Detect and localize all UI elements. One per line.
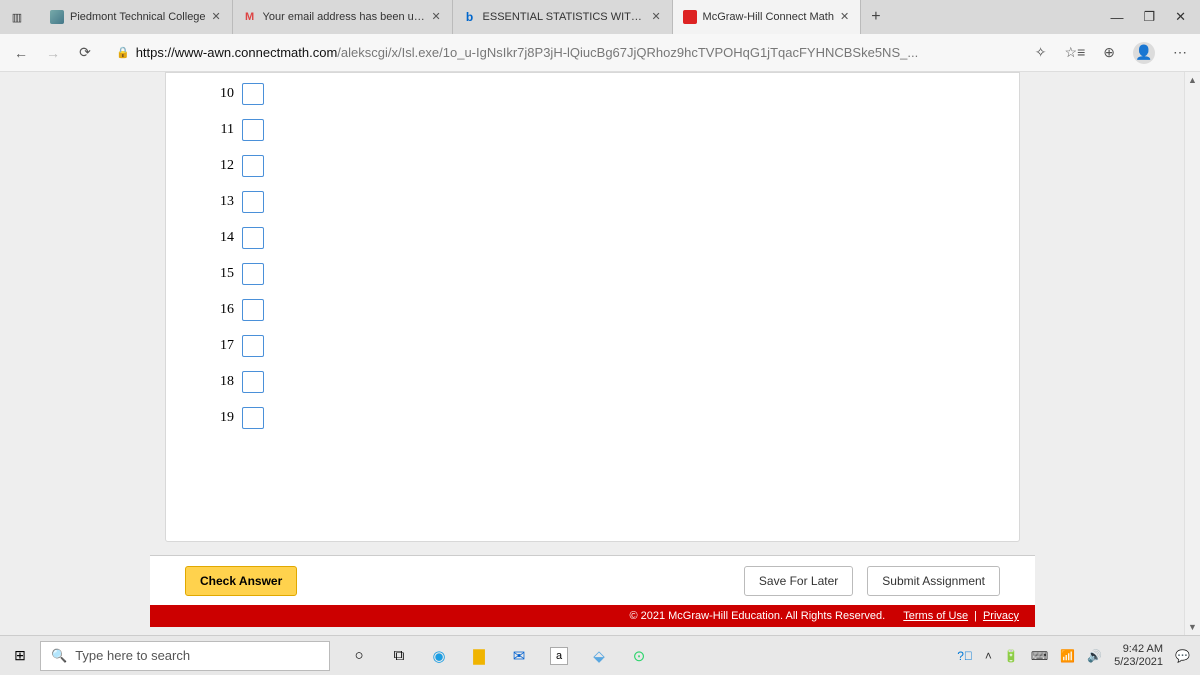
tab-piedmont[interactable]: Piedmont Technical College ✕ xyxy=(40,0,233,34)
refresh-button[interactable]: ⟳ xyxy=(76,44,94,61)
answer-input-16[interactable] xyxy=(242,299,264,321)
search-icon: 🔍 xyxy=(51,648,67,664)
task-view-icon[interactable]: ⧉ xyxy=(390,647,408,665)
back-button[interactable]: ← xyxy=(12,45,30,61)
notifications-icon[interactable]: 💬 xyxy=(1175,649,1190,663)
windows-taskbar: ⊞ 🔍 Type here to search ○ ⧉ ◉ ▇ ✉ a ⬙ ⊙ … xyxy=(0,635,1200,675)
favorites-icon[interactable]: ☆≡ xyxy=(1065,44,1086,61)
profile-avatar[interactable]: 👤 xyxy=(1133,42,1155,64)
save-for-later-button[interactable]: Save For Later xyxy=(744,566,853,596)
volume-icon[interactable]: 🔊 xyxy=(1087,649,1102,663)
battery-icon[interactable]: 🔋 xyxy=(1004,649,1019,663)
vertical-scrollbar[interactable]: ▲ ▼ xyxy=(1184,72,1200,635)
terms-link[interactable]: Terms of Use xyxy=(903,610,968,622)
tab-label: McGraw-Hill Connect Math xyxy=(703,11,834,23)
answer-row: 16 xyxy=(208,297,264,322)
scroll-up-icon[interactable]: ▲ xyxy=(1185,72,1200,88)
tab-connectmath[interactable]: McGraw-Hill Connect Math ✕ xyxy=(673,0,861,34)
browser-titlebar: ▥ Piedmont Technical College ✕ M Your em… xyxy=(0,0,1200,34)
mail-icon[interactable]: ✉ xyxy=(510,647,528,665)
page-footer: © 2021 McGraw-Hill Education. All Rights… xyxy=(150,605,1035,627)
tab-close-icon[interactable]: ✕ xyxy=(212,12,222,22)
answer-input-11[interactable] xyxy=(242,119,264,141)
favicon-ptc xyxy=(50,10,64,24)
dropbox-icon[interactable]: ⬙ xyxy=(590,647,608,665)
answer-rows: 10 11 12 13 14 15 16 17 18 19 xyxy=(208,81,264,441)
question-card: 10 11 12 13 14 15 16 17 18 19 xyxy=(165,72,1020,542)
restore-button[interactable]: ❐ xyxy=(1143,9,1155,25)
file-explorer-icon[interactable]: ▇ xyxy=(470,647,488,665)
tab-preview-button[interactable]: ▥ xyxy=(0,0,34,34)
answer-row: 12 xyxy=(208,153,264,178)
grammarly-icon[interactable]: ⊙ xyxy=(630,647,648,665)
taskbar-search[interactable]: 🔍 Type here to search xyxy=(40,641,330,671)
answer-input-13[interactable] xyxy=(242,191,264,213)
start-button[interactable]: ⊞ xyxy=(0,647,40,664)
edge-icon[interactable]: ◉ xyxy=(430,647,448,665)
submit-assignment-button[interactable]: Submit Assignment xyxy=(867,566,1000,596)
tab-label: Your email address has been upd xyxy=(263,11,426,23)
window-controls: — ❐ ✕ xyxy=(1096,0,1200,34)
favicon-bartleby: b xyxy=(463,10,477,24)
answer-row: 10 xyxy=(208,81,264,106)
tab-close-icon[interactable]: ✕ xyxy=(840,12,850,22)
answer-input-15[interactable] xyxy=(242,263,264,285)
help-icon[interactable]: ?⃝ xyxy=(957,649,973,663)
answer-input-17[interactable] xyxy=(242,335,264,357)
action-bar: Check Answer Save For Later Submit Assig… xyxy=(150,555,1035,605)
check-answer-button[interactable]: Check Answer xyxy=(185,566,297,596)
answer-row: 11 xyxy=(208,117,264,142)
url-text: https://www-awn.connectmath.com/alekscgi… xyxy=(136,45,918,60)
favicon-mcgrawhill xyxy=(683,10,697,24)
tab-bartleby[interactable]: b ESSENTIAL STATISTICS WITH CON ✕ xyxy=(453,0,673,34)
separator: | xyxy=(974,610,977,622)
tab-gmail[interactable]: M Your email address has been upd ✕ xyxy=(233,0,453,34)
forward-button[interactable]: → xyxy=(44,45,62,61)
tab-close-icon[interactable]: ✕ xyxy=(432,12,442,22)
amazon-icon[interactable]: a xyxy=(550,647,568,665)
answer-row: 17 xyxy=(208,333,264,358)
answer-row: 15 xyxy=(208,261,264,286)
page-viewport: 10 11 12 13 14 15 16 17 18 19 Check Answ… xyxy=(0,72,1200,635)
wifi-icon[interactable]: 📶 xyxy=(1060,649,1075,663)
system-tray: ?⃝ ˄ 🔋 ⌨ 📶 🔊 9:42 AM 5/23/2021 💬 xyxy=(957,643,1200,669)
answer-input-12[interactable] xyxy=(242,155,264,177)
new-tab-button[interactable]: + xyxy=(861,0,891,34)
answer-input-19[interactable] xyxy=(242,407,264,429)
keyboard-icon[interactable]: ⌨ xyxy=(1031,649,1048,663)
settings-menu-icon[interactable]: ⋯ xyxy=(1173,44,1188,61)
url-field[interactable]: 🔒 https://www-awn.connectmath.com/aleksc… xyxy=(108,41,1021,64)
answer-input-14[interactable] xyxy=(242,227,264,249)
answer-input-10[interactable] xyxy=(242,83,264,105)
tab-label: Piedmont Technical College xyxy=(70,11,206,23)
close-window-button[interactable]: ✕ xyxy=(1175,9,1186,25)
privacy-link[interactable]: Privacy xyxy=(983,610,1019,622)
scroll-down-icon[interactable]: ▼ xyxy=(1185,619,1200,635)
tab-close-icon[interactable]: ✕ xyxy=(652,12,662,22)
show-hidden-icons[interactable]: ˄ xyxy=(985,649,992,663)
tab-strip: Piedmont Technical College ✕ M Your emai… xyxy=(34,0,1096,34)
tab-label: ESSENTIAL STATISTICS WITH CON xyxy=(483,11,646,23)
answer-row: 13 xyxy=(208,189,264,214)
copyright-text: © 2021 McGraw-Hill Education. All Rights… xyxy=(629,610,885,622)
clock[interactable]: 9:42 AM 5/23/2021 xyxy=(1114,643,1163,669)
favicon-gmail: M xyxy=(243,10,257,24)
pinned-apps: ○ ⧉ ◉ ▇ ✉ a ⬙ ⊙ xyxy=(350,647,648,665)
cortana-icon[interactable]: ○ xyxy=(350,647,368,665)
minimize-button[interactable]: — xyxy=(1110,10,1123,25)
answer-input-18[interactable] xyxy=(242,371,264,393)
collections-icon[interactable]: ⊕ xyxy=(1103,44,1115,61)
address-bar: ← → ⟳ 🔒 https://www-awn.connectmath.com/… xyxy=(0,34,1200,72)
search-placeholder: Type here to search xyxy=(75,648,190,663)
tracking-prevention-icon[interactable]: ✧ xyxy=(1035,44,1047,61)
answer-row: 14 xyxy=(208,225,264,250)
answer-row: 18 xyxy=(208,369,264,394)
lock-icon: 🔒 xyxy=(116,46,130,59)
answer-row: 19 xyxy=(208,405,264,430)
